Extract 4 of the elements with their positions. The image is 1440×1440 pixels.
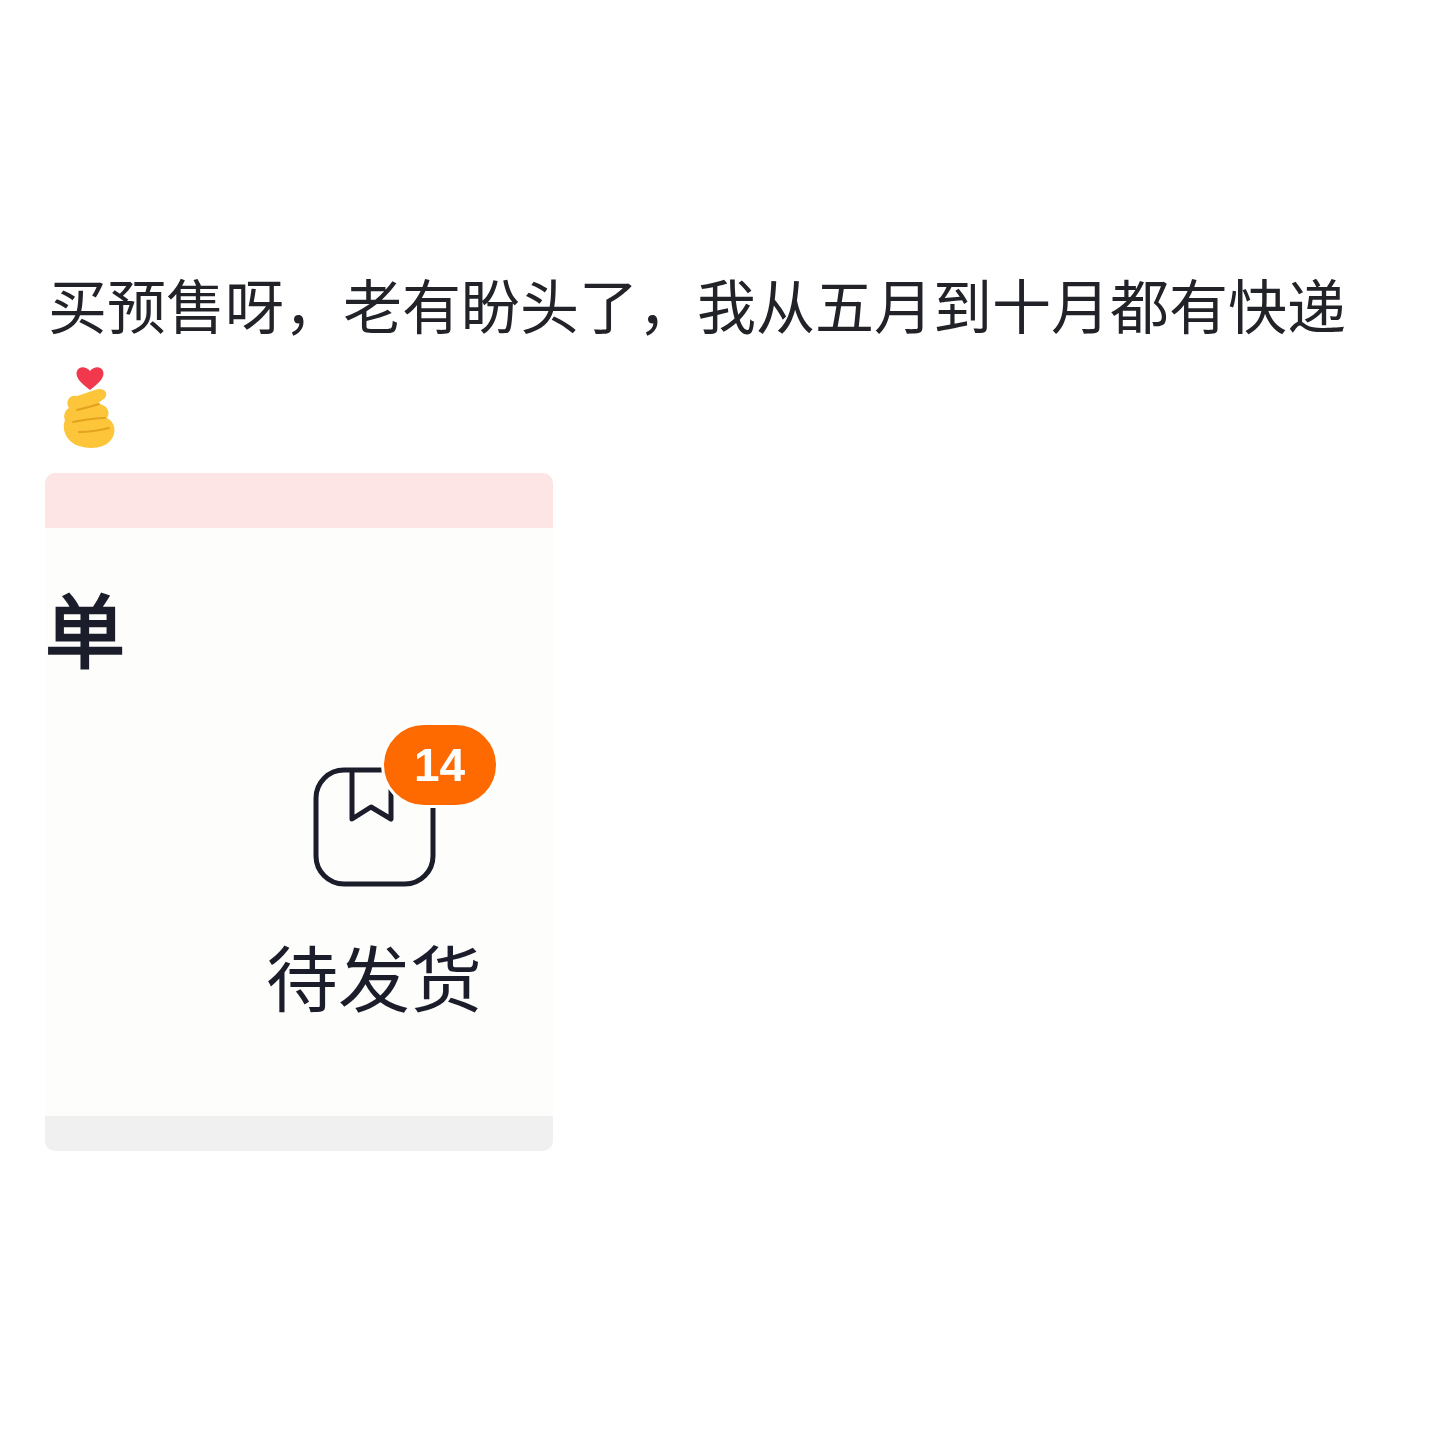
status-label: 待发货	[266, 945, 482, 1017]
section-heading: 单	[45, 594, 125, 674]
post-text: 买预售呀，老有盼头了，我从五月到十月都有快递	[48, 280, 1346, 339]
count-badge: 14	[380, 722, 499, 808]
